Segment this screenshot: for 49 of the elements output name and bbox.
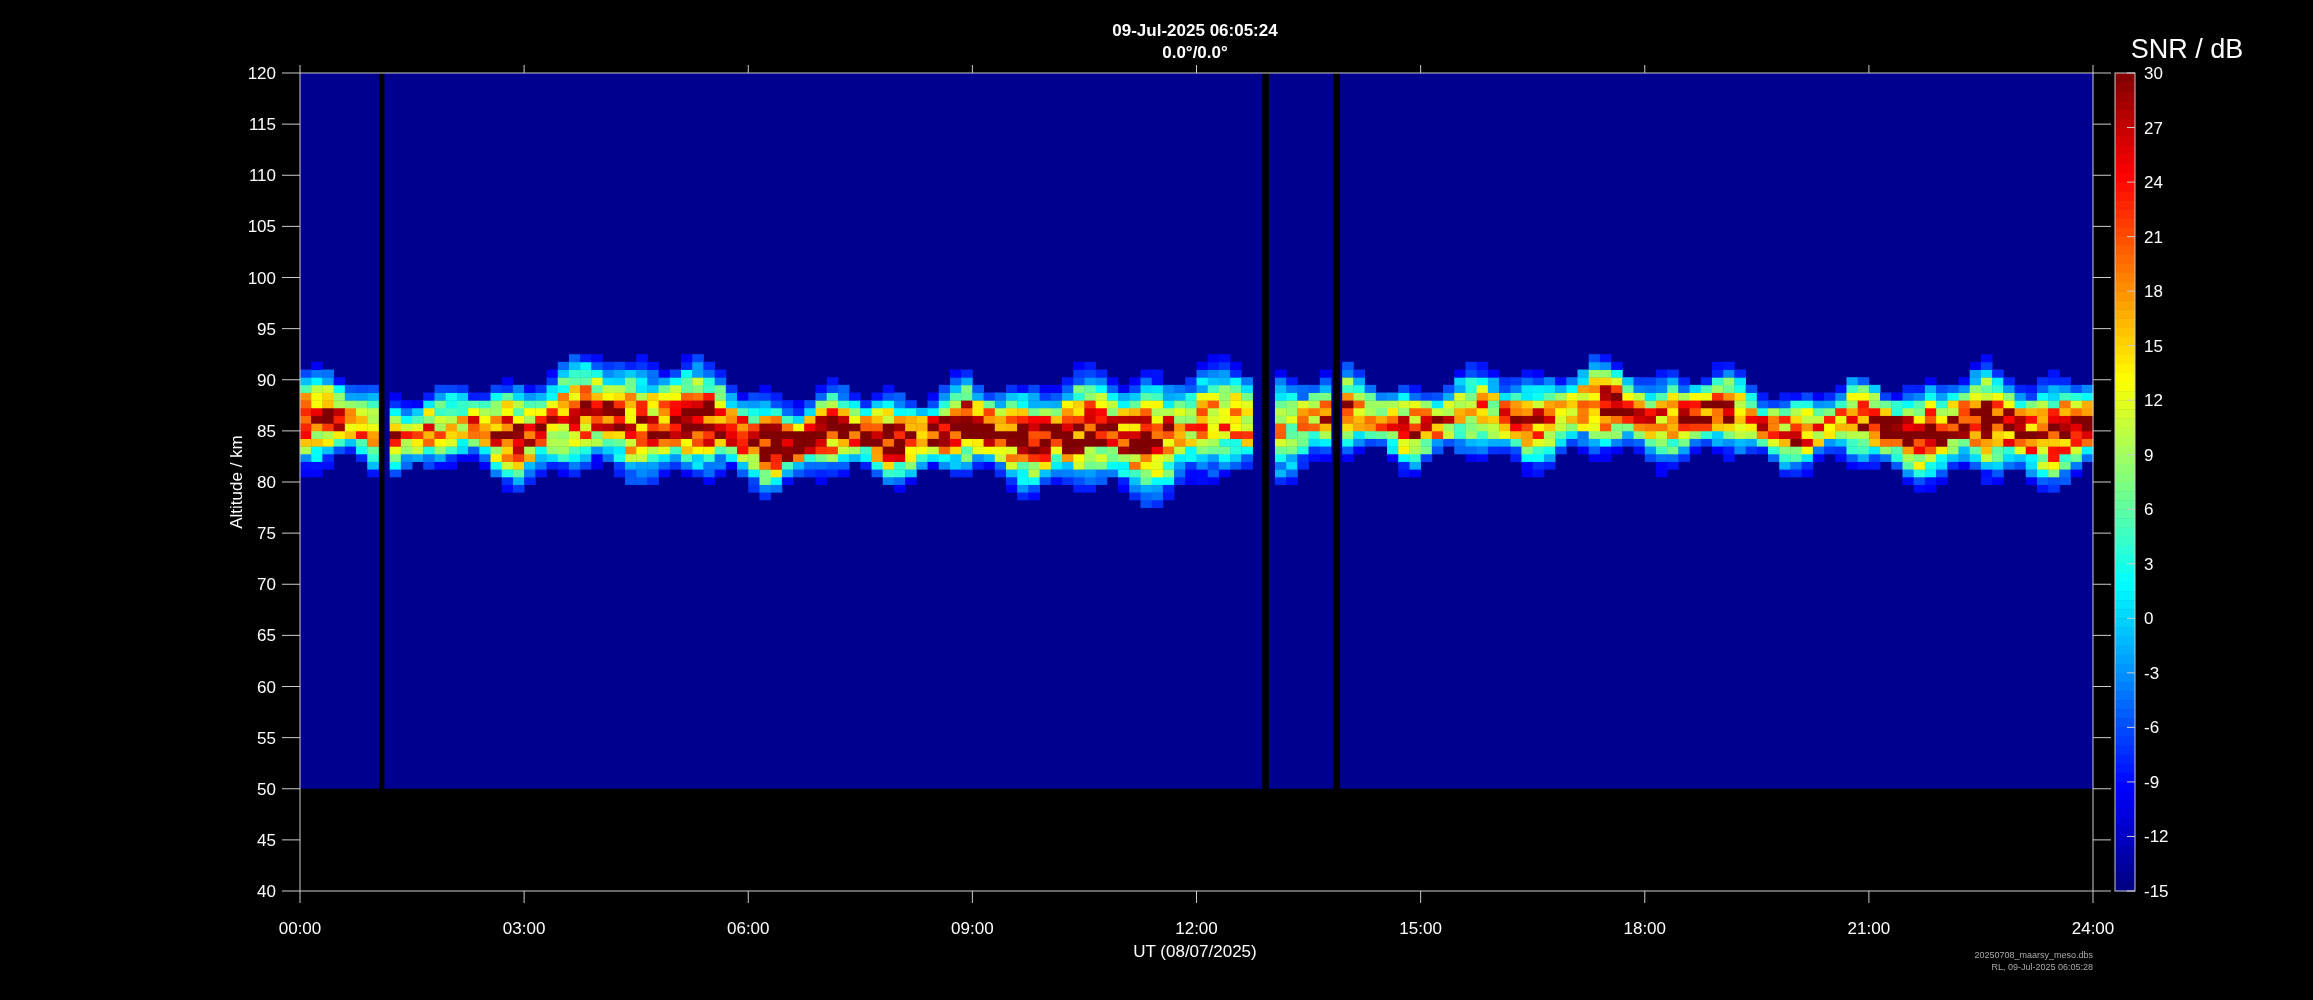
colorbar-tick-label: -9	[2144, 772, 2160, 792]
colorbar-tick-label: 30	[2144, 64, 2163, 83]
y-axis-label: Altitude / km	[227, 435, 246, 529]
colorbar-tick-label: -12	[2144, 827, 2169, 847]
colorbar-tick-label: 3	[2144, 554, 2154, 574]
x-tick-label: 06:00	[727, 919, 770, 938]
y-tick-label: 40	[257, 882, 276, 901]
y-tick-label: 115	[248, 115, 276, 135]
y-tick-label: 60	[257, 677, 276, 697]
y-tick-label: 100	[247, 268, 276, 288]
colorbar-tick-label: -15	[2144, 882, 2169, 901]
colorbar-tick-label: 12	[2144, 391, 2163, 411]
y-tick-label: 80	[257, 473, 276, 492]
x-axis-label: UT (08/07/2025)	[1133, 942, 1257, 961]
colorbar-tick-label: 24	[2144, 173, 2163, 193]
colorbar-tick-label: 27	[2144, 118, 2163, 138]
colorbar-tick-label: 15	[2144, 336, 2163, 356]
file-name: 20250708_maarsy_meso.dbs	[1974, 950, 2093, 960]
file-timestamp: RL, 09-Jul-2025 06:05:28	[1991, 962, 2093, 972]
x-tick-label: 12:00	[1175, 919, 1218, 938]
x-tick-label: 03:00	[502, 919, 546, 938]
y-tick-label: 105	[247, 217, 276, 237]
x-tick-label: 21:00	[1847, 919, 1891, 938]
y-tick-label: 85	[257, 421, 276, 441]
y-tick-label: 45	[257, 830, 276, 850]
y-tick-label: 120	[247, 64, 276, 83]
x-tick-label: 00:00	[278, 919, 322, 938]
y-tick-label: 75	[257, 524, 276, 544]
y-tick-label: 50	[257, 779, 276, 799]
y-tick-label: 90	[257, 370, 276, 390]
colorbar-tick-label: 0	[2144, 609, 2154, 629]
y-tick-label: 110	[248, 166, 276, 186]
y-tick-label: 95	[257, 319, 276, 339]
colorbar-tick-label: 6	[2144, 500, 2154, 520]
colorbar-tick-label: 21	[2144, 227, 2163, 247]
colorbar-tick-label: 9	[2144, 445, 2154, 465]
x-tick-label: 15:00	[1399, 919, 1442, 938]
colorbar-tick-label: -3	[2144, 663, 2160, 683]
colorbar-tick-label: 18	[2144, 282, 2163, 302]
y-tick-label: 70	[257, 575, 276, 595]
plot-title: 09-Jul-2025 06:05:24	[1112, 21, 1278, 40]
colorbar-label: SNR / dB	[2130, 34, 2244, 64]
x-tick-label: 18:00	[1623, 919, 1666, 938]
y-tick-label: 65	[257, 626, 276, 646]
colorbar-tick-label: -6	[2144, 718, 2160, 738]
plot-subtitle: 0.0°/0.0°	[1162, 43, 1228, 62]
x-tick-label: 24:00	[2071, 919, 2115, 938]
y-tick-label: 55	[257, 728, 276, 748]
x-tick-label: 09:00	[951, 919, 994, 938]
